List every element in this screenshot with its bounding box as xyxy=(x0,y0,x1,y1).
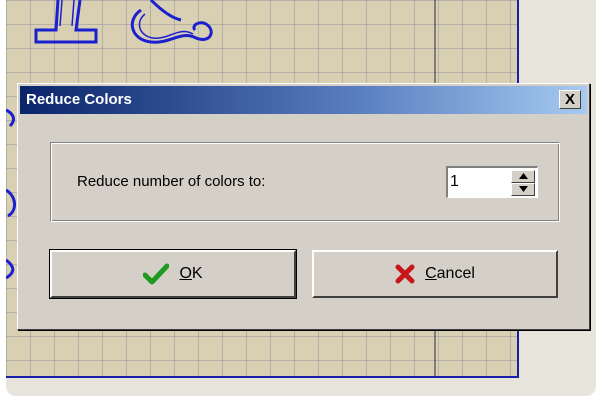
ok-button[interactable]: OK xyxy=(49,249,297,299)
arrow-down-icon xyxy=(518,186,528,192)
cancel-button[interactable]: Cancel xyxy=(312,250,558,298)
dialog-title: Reduce Colors xyxy=(26,91,132,108)
dialog-titlebar[interactable]: Reduce Colors X xyxy=(20,86,587,114)
reduce-colors-dialog: Reduce Colors X Reduce number of colors … xyxy=(17,83,590,330)
colors-count-input[interactable] xyxy=(450,171,508,193)
spin-up-button[interactable] xyxy=(511,170,535,183)
x-mark-icon xyxy=(395,264,415,284)
check-icon xyxy=(143,263,170,285)
ok-label: OK xyxy=(179,265,203,282)
spin-down-button[interactable] xyxy=(511,183,535,196)
arrow-up-icon xyxy=(518,173,528,179)
outline-glyph-letter xyxy=(34,0,98,44)
reduce-colors-label: Reduce number of colors to: xyxy=(77,173,266,190)
colors-spinbox[interactable] xyxy=(446,166,538,198)
colors-group-box: Reduce number of colors to: xyxy=(50,142,560,222)
outline-glyph-ampersand xyxy=(130,0,213,44)
cancel-label: Cancel xyxy=(425,265,475,282)
close-button[interactable]: X xyxy=(559,90,581,109)
spin-buttons xyxy=(511,170,535,196)
